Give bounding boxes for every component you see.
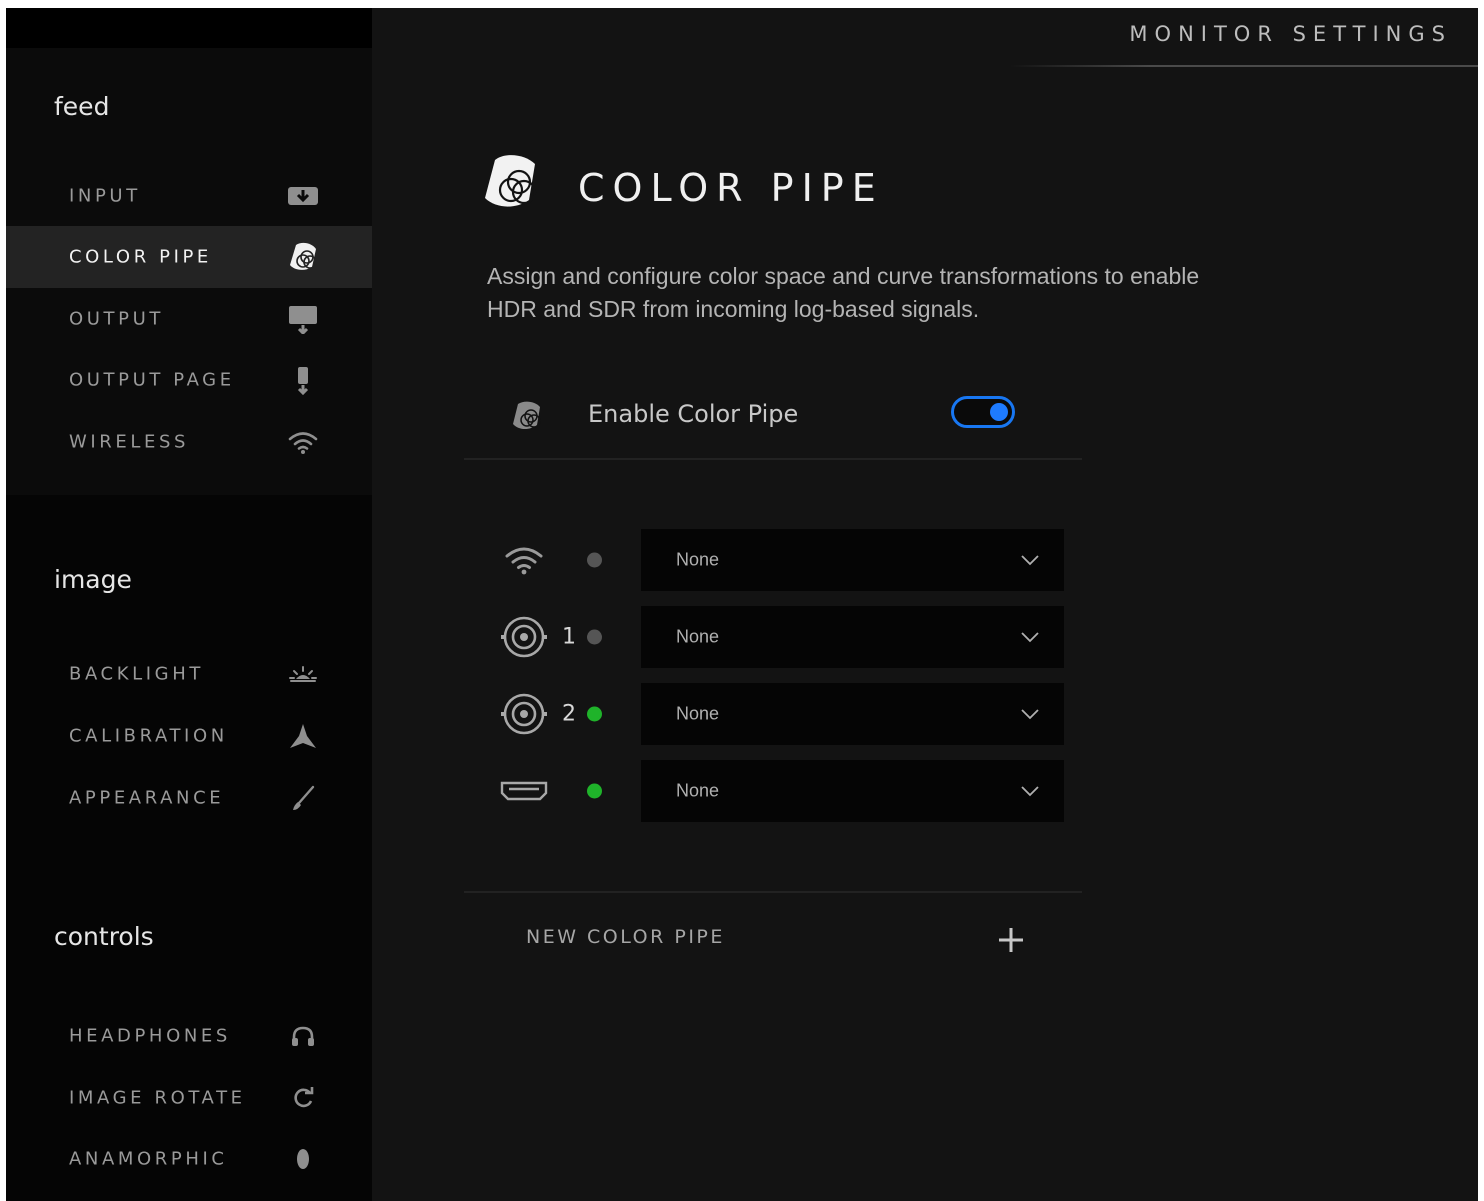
sidebar-item-label: COLOR PIPE <box>69 246 212 268</box>
plus-icon <box>999 928 1023 952</box>
sdi-connector-icon <box>500 613 548 661</box>
sidebar-item-calibration[interactable]: CALIBRATION <box>6 705 372 767</box>
page-title: COLOR PIPE <box>578 166 884 210</box>
section-title-feed: feed <box>54 92 110 121</box>
status-dot-active <box>587 783 602 799</box>
app-window: feed INPUT COLOR PIPE OUTPUT OUTPUT PAGE <box>6 8 1478 1201</box>
color-pipe-icon <box>286 242 320 272</box>
output-monitor-icon <box>286 304 320 334</box>
select-value: None <box>676 626 720 647</box>
section-title-image: image <box>54 565 132 594</box>
sidebar-item-label: WIRELESS <box>69 431 190 453</box>
divider <box>464 458 1082 460</box>
wifi-icon <box>500 536 548 584</box>
color-pipe-select[interactable]: None <box>641 606 1064 668</box>
new-color-pipe-label[interactable]: NEW COLOR PIPE <box>526 926 725 948</box>
input-row-sdi-2: 2 None <box>464 683 1084 745</box>
headphones-icon <box>286 1021 320 1051</box>
sdi-connector-icon <box>500 690 548 738</box>
sidebar-item-output[interactable]: OUTPUT <box>6 288 372 350</box>
chevron-down-icon <box>1021 632 1039 643</box>
select-value: None <box>676 549 720 570</box>
sidebar-item-backlight[interactable]: BACKLIGHT <box>6 643 372 705</box>
backlight-icon <box>286 659 320 689</box>
sidebar-item-appearance[interactable]: APPEARANCE <box>6 767 372 829</box>
color-pipe-icon <box>477 150 543 216</box>
enable-color-pipe-label: Enable Color Pipe <box>588 400 799 428</box>
sidebar-item-label: IMAGE ROTATE <box>69 1087 246 1109</box>
enable-color-pipe-toggle[interactable] <box>951 396 1015 428</box>
sidebar-item-wireless[interactable]: WIRELESS <box>6 411 372 473</box>
page-description: Assign and configure color space and cur… <box>487 263 1200 322</box>
sidebar-item-label: HEADPHONES <box>69 1025 231 1047</box>
add-color-pipe-button[interactable] <box>996 925 1026 955</box>
color-pipe-select[interactable]: None <box>641 529 1064 591</box>
calibration-icon <box>286 721 320 751</box>
input-icon <box>286 181 320 211</box>
chevron-down-icon <box>1021 786 1039 797</box>
anamorphic-icon <box>286 1144 320 1174</box>
sidebar-item-input[interactable]: INPUT <box>6 165 372 227</box>
hdmi-icon <box>500 767 548 815</box>
sidebar-item-label: INPUT <box>69 185 141 207</box>
color-pipe-icon <box>508 398 544 434</box>
wifi-icon <box>286 427 320 457</box>
section-title-controls: controls <box>54 922 154 951</box>
color-pipe-select[interactable]: None <box>641 683 1064 745</box>
sidebar-top-strip <box>6 8 372 48</box>
select-value: None <box>676 703 720 724</box>
sidebar-item-label: OUTPUT PAGE <box>69 369 235 391</box>
input-number: 1 <box>562 624 576 650</box>
toggle-knob <box>990 403 1008 421</box>
output-page-icon <box>286 365 320 395</box>
monitor-settings-title: MONITOR SETTINGS <box>1129 22 1452 46</box>
input-row-sdi-1: 1 None <box>464 606 1084 668</box>
select-value: None <box>676 780 720 801</box>
sidebar-item-output-page[interactable]: OUTPUT PAGE <box>6 349 372 411</box>
divider <box>464 891 1082 893</box>
sidebar: feed INPUT COLOR PIPE OUTPUT OUTPUT PAGE <box>6 8 372 1201</box>
header-divider <box>1010 65 1478 67</box>
input-row-hdmi: None <box>464 760 1084 822</box>
input-row-wireless: None <box>464 529 1084 591</box>
sidebar-item-image-rotate[interactable]: IMAGE ROTATE <box>6 1067 372 1129</box>
sidebar-item-label: APPEARANCE <box>69 787 225 809</box>
status-dot-inactive <box>587 629 602 645</box>
status-dot-inactive <box>587 552 602 568</box>
sidebar-item-label: OUTPUT <box>69 308 164 330</box>
input-number: 2 <box>562 701 576 727</box>
sidebar-item-label: CALIBRATION <box>69 725 228 747</box>
sidebar-item-anamorphic[interactable]: ANAMORPHIC <box>6 1128 372 1190</box>
chevron-down-icon <box>1021 555 1039 566</box>
color-pipe-select[interactable]: None <box>641 760 1064 822</box>
sidebar-item-color-pipe[interactable]: COLOR PIPE <box>6 226 372 288</box>
status-dot-active <box>587 706 602 722</box>
rotate-icon <box>286 1083 320 1113</box>
sidebar-item-label: ANAMORPHIC <box>69 1148 228 1170</box>
sidebar-item-headphones[interactable]: HEADPHONES <box>6 1005 372 1067</box>
enable-color-pipe-row: Enable Color Pipe <box>464 378 1082 460</box>
brush-icon <box>286 783 320 813</box>
sidebar-item-label: BACKLIGHT <box>69 663 204 685</box>
chevron-down-icon <box>1021 709 1039 720</box>
